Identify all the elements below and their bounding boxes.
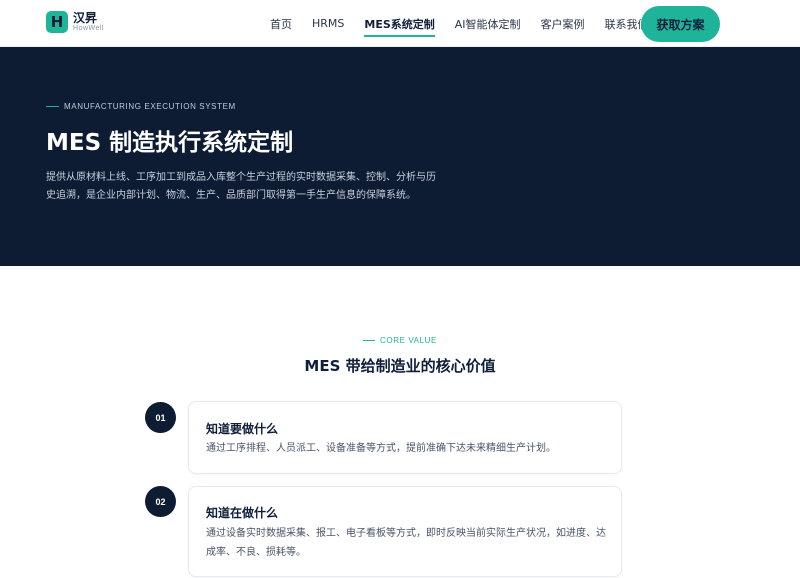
value-card-description: 通过工序排程、人员派工、设备准备等方式，提前准确下达未来精细生产计划。: [206, 443, 556, 454]
value-card-title: 知道要做什么: [206, 422, 279, 436]
nav-cases[interactable]: 客户案例: [541, 0, 585, 47]
core-section-title: MES 带给制造业的核心价值: [304, 357, 496, 375]
step-number-badge: 02: [145, 486, 176, 517]
nav-mes[interactable]: MES系统定制: [364, 0, 436, 47]
page-title: MES 制造执行系统定制: [46, 130, 294, 156]
value-card: 知道要做什么 通过工序排程、人员派工、设备准备等方式，提前准确下达未来精细生产计…: [188, 401, 622, 474]
core-eyebrow-text: CORE VALUE: [380, 336, 437, 345]
value-card-description: 通过设备实时数据采集、报工、电子看板等方式，即时反映当前实际生产状况，如进度、达…: [206, 528, 606, 558]
logo-name-cn: 汉昇: [73, 11, 98, 25]
core-eyebrow: CORE VALUE: [0, 336, 800, 345]
value-card-title: 知道在做什么: [206, 506, 279, 520]
main-nav: 首页 HRMS MES系统定制 AI智能体定制 客户案例 联系我们: [270, 0, 669, 47]
eyebrow-line: [363, 340, 375, 341]
hero-eyebrow: MANUFACTURING EXECUTION SYSTEM: [46, 102, 236, 111]
logo-icon: H: [46, 11, 68, 33]
eyebrow-line: [46, 106, 59, 107]
nav-ai-agent[interactable]: AI智能体定制: [455, 0, 521, 47]
site-header: H 汉昇 HowWell 首页 HRMS MES系统定制 AI智能体定制 客户案…: [0, 0, 800, 47]
hero-banner: MANUFACTURING EXECUTION SYSTEM MES 制造执行系…: [0, 47, 800, 266]
value-card: 知道在做什么 通过设备实时数据采集、报工、电子看板等方式，即时反映当前实际生产状…: [188, 486, 622, 577]
hero-eyebrow-text: MANUFACTURING EXECUTION SYSTEM: [64, 102, 236, 111]
nav-hrms[interactable]: HRMS: [312, 0, 344, 47]
get-solution-button[interactable]: 获取方案: [641, 6, 720, 42]
hero-description: 提供从原材料上线、工序加工到成品入库整个生产过程的实时数据采集、控制、分析与历史…: [46, 172, 436, 201]
step-number-badge: 01: [145, 402, 176, 433]
nav-home[interactable]: 首页: [270, 0, 292, 47]
logo-text: 汉昇 HowWell: [73, 12, 104, 32]
logo[interactable]: H 汉昇 HowWell: [46, 11, 104, 33]
logo-name-en: HowWell: [73, 25, 104, 32]
